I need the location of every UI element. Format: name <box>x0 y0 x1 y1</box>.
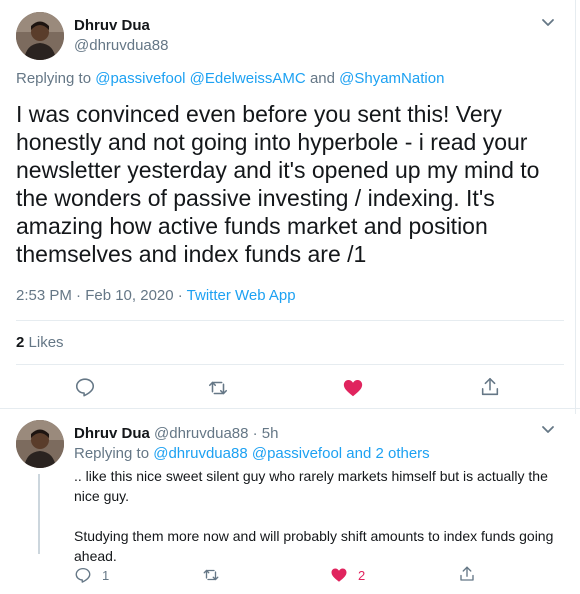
author-name[interactable]: Dhruv Dua <box>74 425 150 442</box>
reply-count: 1 <box>102 567 110 583</box>
tweet-source-link[interactable]: Twitter Web App <box>187 287 296 304</box>
retweet-button[interactable] <box>202 566 220 584</box>
tweet-paragraph: .. like this nice sweet silent guy who r… <box>74 468 548 504</box>
mention-link[interactable]: @ShyamNation <box>339 70 444 87</box>
retweet-icon <box>207 377 229 399</box>
tweet-meta: 2:53 PM · Feb 10, 2020 · Twitter Web App <box>16 287 296 304</box>
main-tweet: Dhruv Dua @dhruvdua88 Replying to @passi… <box>0 0 576 414</box>
reply-icon <box>74 566 92 584</box>
author-name[interactable]: Dhruv Dua <box>74 17 150 34</box>
tweet-text: .. like this nice sweet silent guy who r… <box>74 466 564 566</box>
divider <box>16 364 564 365</box>
replying-to: Replying to @passivefool @EdelweissAMC a… <box>16 70 444 87</box>
like-button[interactable]: 2 <box>330 566 365 584</box>
reply-button[interactable]: 1 <box>74 566 109 584</box>
tweet-text: I was convinced even before you sent thi… <box>16 101 540 267</box>
likes-count[interactable]: 2 Likes <box>16 334 64 351</box>
tweet-paragraph: Studying them more now and will probably… <box>74 528 554 564</box>
avatar[interactable] <box>16 420 64 468</box>
mention-link[interactable]: @passivefool <box>95 70 185 87</box>
chevron-down-icon[interactable] <box>540 421 556 437</box>
replying-and: and <box>309 70 335 87</box>
chevron-down-icon[interactable] <box>540 14 556 30</box>
share-button[interactable] <box>479 376 501 398</box>
replying-prefix: Replying to <box>16 70 92 87</box>
author-handle[interactable]: @dhruvdua88 <box>74 37 168 54</box>
reply-header: Dhruv Dua @dhruvdua88 · 5h <box>74 425 279 442</box>
like-button[interactable] <box>342 377 364 399</box>
like-count: 2 <box>358 567 366 583</box>
thread-connector <box>38 474 40 554</box>
share-icon <box>479 376 501 398</box>
likes-number: 2 <box>16 334 25 351</box>
thread-separator <box>0 408 580 409</box>
share-button[interactable] <box>458 565 476 583</box>
reply-button[interactable] <box>74 376 96 398</box>
divider <box>16 320 564 321</box>
avatar[interactable] <box>16 12 64 60</box>
likes-label: Likes <box>28 334 64 351</box>
share-icon <box>458 565 476 583</box>
mention-link[interactable]: @dhruvdua88 @passivefool and 2 others <box>153 445 429 462</box>
tweet-time[interactable]: 2:53 PM · Feb 10, 2020 · <box>16 287 183 304</box>
heart-icon <box>330 566 348 584</box>
mention-link[interactable]: @EdelweissAMC <box>190 70 306 87</box>
replying-to: Replying to @dhruvdua88 @passivefool and… <box>74 445 430 462</box>
replying-prefix: Replying to <box>74 445 150 462</box>
retweet-button[interactable] <box>207 377 229 399</box>
reply-icon <box>74 376 96 398</box>
author-handle[interactable]: @dhruvdua88 · 5h <box>154 425 278 442</box>
heart-icon <box>342 377 364 399</box>
retweet-icon <box>202 566 220 584</box>
